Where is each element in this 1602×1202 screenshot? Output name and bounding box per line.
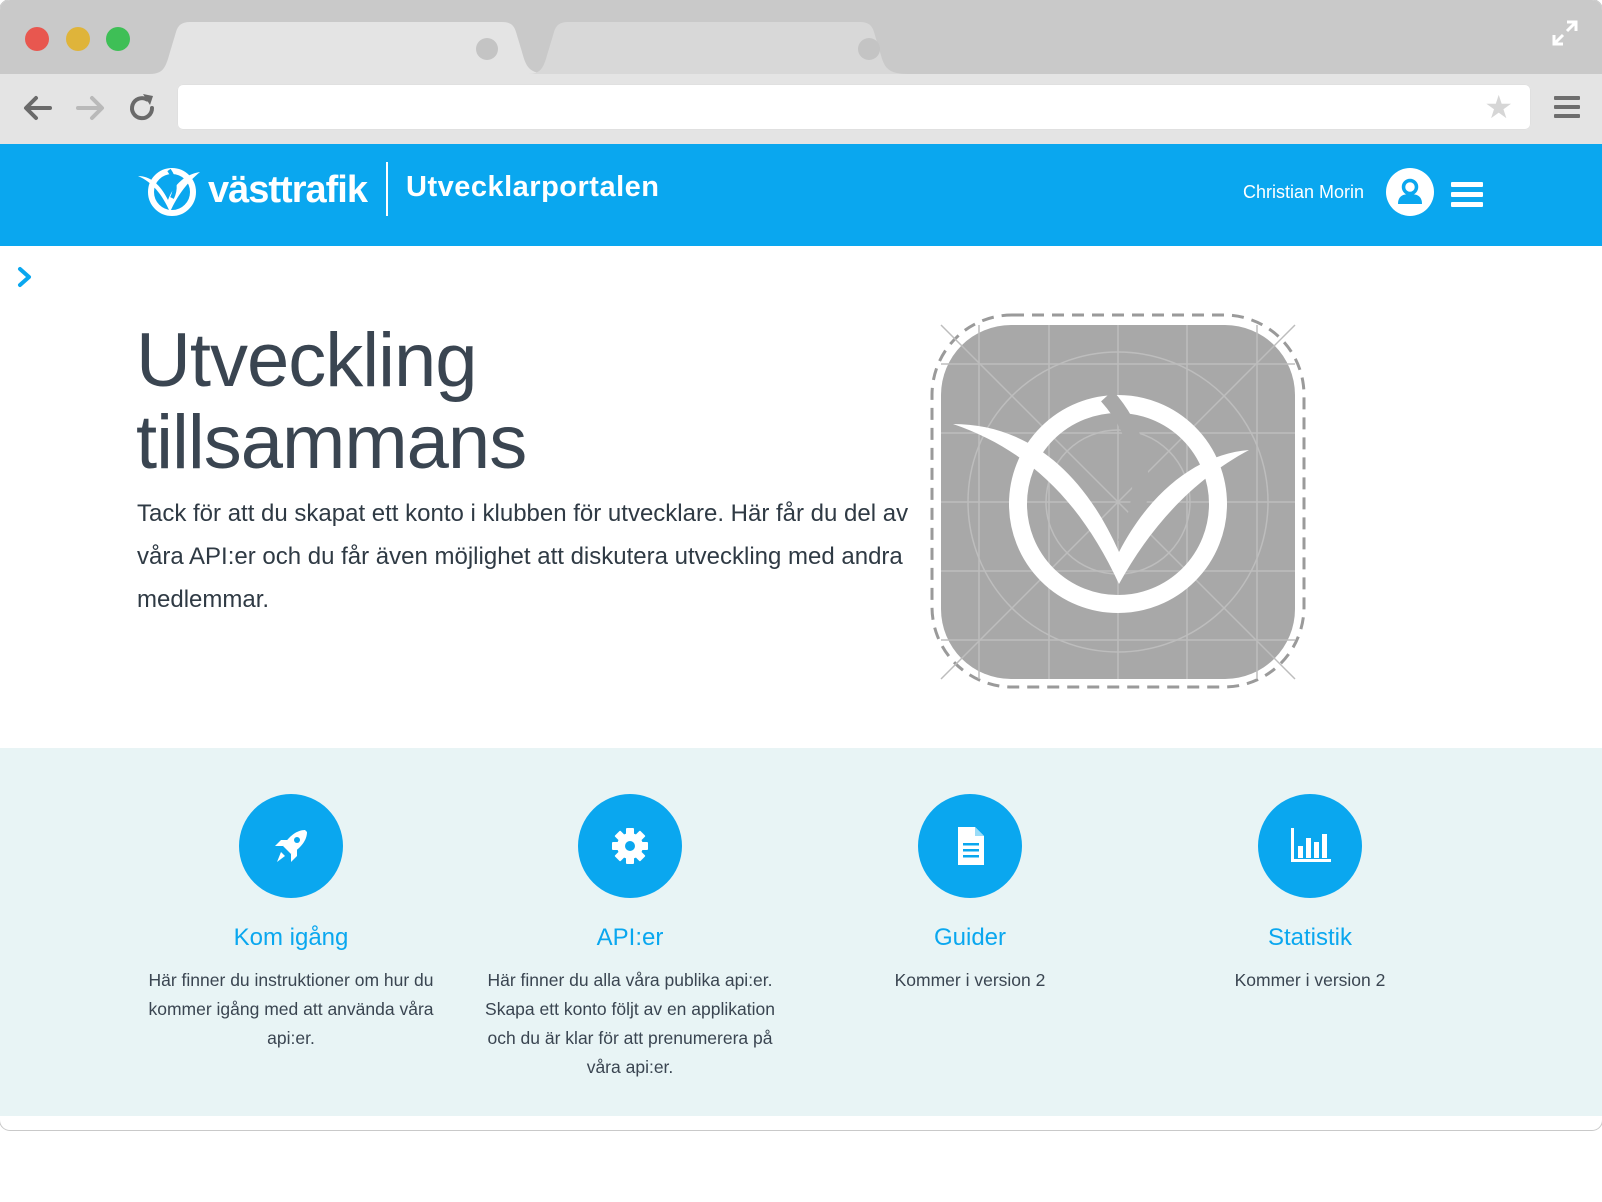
feature-description: Kommer i version 2	[894, 970, 1046, 990]
vasttrafik-logo[interactable]: västtrafik	[136, 160, 368, 220]
maximize-window-button[interactable]	[106, 27, 130, 51]
logo-text: västtrafik	[208, 168, 368, 211]
minimize-window-button[interactable]	[66, 27, 90, 51]
feature-title[interactable]: Kom igång	[131, 924, 451, 952]
browser-window: ★ västtrafik Utvecklarportalen Christian…	[0, 0, 1602, 1130]
feature-title[interactable]: Guider	[810, 924, 1130, 952]
star-icon[interactable]: ★	[1484, 89, 1513, 125]
feature-description: Här finner du instruktioner om hur du ko…	[148, 970, 434, 1048]
browser-tab[interactable]	[528, 22, 908, 74]
rocket-icon[interactable]	[239, 794, 343, 898]
feature-kom-igang[interactable]: Kom igång Här finner du instruktioner om…	[131, 794, 451, 1053]
document-icon[interactable]	[918, 794, 1022, 898]
reload-icon[interactable]	[122, 88, 162, 128]
feature-description: Kommer i version 2	[1234, 970, 1386, 990]
vasttrafik-logo-mark	[138, 168, 200, 216]
hero-title-line1: Utveckling	[136, 318, 478, 403]
app-icon-illustration	[929, 312, 1307, 692]
user-name[interactable]: Christian Morin	[1243, 182, 1364, 203]
browser-toolbar: ★	[0, 74, 1602, 145]
tab-close-icon[interactable]	[476, 38, 498, 60]
expand-icon[interactable]	[1550, 18, 1580, 48]
close-window-button[interactable]	[25, 27, 49, 51]
hero-title: Utveckling tillsammans	[136, 318, 527, 485]
features-section: Kom igång Här finner du instruktioner om…	[0, 748, 1602, 1116]
site-header: västtrafik Utvecklarportalen Christian M…	[0, 144, 1602, 246]
feature-guider[interactable]: Guider Kommer i version 2	[810, 794, 1130, 995]
browser-tab-active[interactable]	[150, 22, 550, 74]
arrow-left-icon[interactable]	[18, 88, 58, 128]
hero-title-line2: tillsammans	[136, 400, 527, 485]
feature-statistik[interactable]: Statistik Kommer i version 2	[1150, 794, 1470, 995]
feature-apier[interactable]: API:er Här finner du alla våra publika a…	[470, 794, 790, 1082]
feature-title[interactable]: API:er	[470, 924, 790, 952]
arrow-right-icon[interactable]	[70, 88, 110, 128]
bar-chart-icon[interactable]	[1258, 794, 1362, 898]
tab-close-icon[interactable]	[858, 38, 880, 60]
feature-title[interactable]: Statistik	[1150, 924, 1470, 952]
hamburger-icon[interactable]	[1554, 96, 1580, 123]
chevron-right-icon[interactable]	[16, 264, 34, 294]
user-icon[interactable]	[1386, 168, 1434, 216]
hero-text: Tack för att du skapat ett konto i klubb…	[137, 500, 909, 613]
site-menu-icon[interactable]	[1451, 182, 1483, 212]
logo-divider	[386, 162, 388, 216]
feature-description: Här finner du alla våra publika api:er. …	[485, 970, 775, 1077]
address-bar[interactable]: ★	[177, 84, 1531, 130]
gear-icon[interactable]	[578, 794, 682, 898]
portal-title[interactable]: Utvecklarportalen	[406, 171, 660, 204]
browser-titlebar	[0, 0, 1602, 74]
